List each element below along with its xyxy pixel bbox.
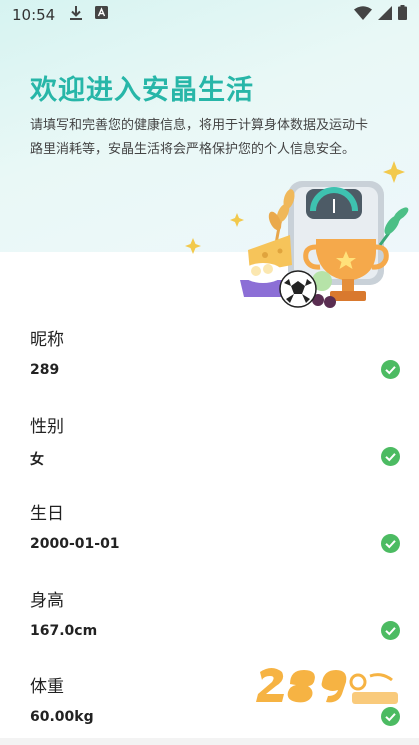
sparkle-icon: [185, 238, 201, 254]
status-bar: 10:54: [0, 0, 419, 30]
check-circle-icon: [381, 447, 400, 466]
gender-value[interactable]: 女: [30, 449, 44, 469]
birthday-value[interactable]: 2000-01-01: [30, 536, 120, 552]
sparkle-icon: [383, 161, 405, 183]
battery-icon: [398, 5, 407, 25]
height-row[interactable]: 身高 167.0cm: [0, 586, 419, 674]
height-value[interactable]: 167.0cm: [30, 623, 97, 639]
nickname-value[interactable]: 289: [30, 362, 59, 378]
gender-label: 性别: [30, 417, 64, 437]
birthday-row[interactable]: 生日 2000-01-01: [0, 499, 419, 587]
welcome-description-line1: 请填写和完善您的健康信息，将用于计算身体数据及运动卡: [30, 118, 369, 133]
status-time: 10:54: [12, 6, 56, 24]
check-circle-icon: [381, 707, 400, 726]
weight-label: 体重: [30, 677, 64, 697]
check-circle-icon: [381, 621, 400, 640]
birthday-label: 生日: [30, 504, 64, 524]
health-illustration: [180, 155, 419, 315]
height-label: 身高: [30, 591, 64, 611]
nickname-row[interactable]: 昵称 289: [0, 325, 419, 413]
welcome-title: 欢迎进入安晶生活: [30, 75, 254, 106]
a-box-icon: [95, 6, 109, 24]
bottom-divider: [0, 738, 419, 745]
signal-icon: [378, 5, 392, 25]
gender-row[interactable]: 性别 女: [0, 412, 419, 500]
watermark-logo: [252, 664, 402, 708]
check-circle-icon: [381, 534, 400, 553]
nickname-label: 昵称: [30, 330, 64, 350]
download-icon: [69, 5, 83, 26]
check-circle-icon: [381, 360, 400, 379]
wifi-icon: [354, 5, 372, 25]
weight-value[interactable]: 60.00kg: [30, 709, 94, 725]
sparkle-icon: [230, 213, 244, 227]
